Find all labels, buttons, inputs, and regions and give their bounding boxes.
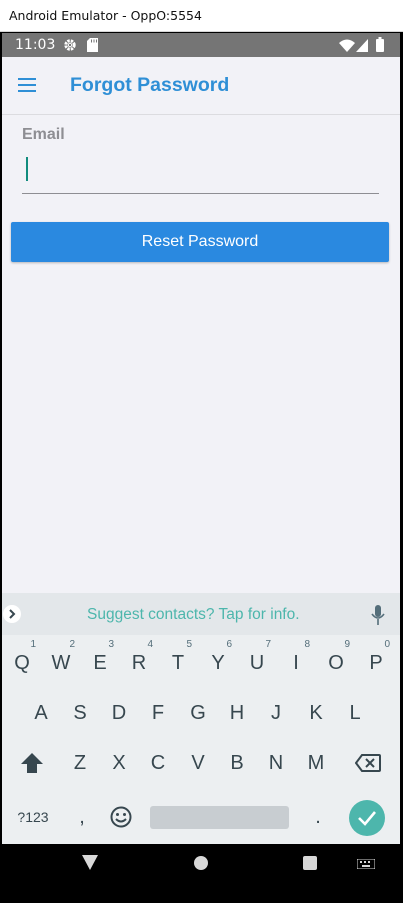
- period-key[interactable]: .: [300, 795, 336, 839]
- shift-icon: [21, 753, 43, 773]
- key-f[interactable]: F: [140, 691, 176, 735]
- suggestion-text[interactable]: Suggest contacts? Tap for info.: [87, 606, 300, 624]
- key-r[interactable]: R4: [121, 639, 157, 685]
- key-z[interactable]: Z: [62, 741, 98, 785]
- key-x[interactable]: X: [101, 741, 137, 785]
- backspace-key[interactable]: [350, 741, 386, 785]
- key-i[interactable]: I8: [278, 639, 314, 685]
- status-bar: 11:03: [2, 33, 400, 57]
- backspace-icon: [354, 754, 381, 772]
- symbols-key[interactable]: ?123: [12, 795, 54, 839]
- recents-square-icon[interactable]: [303, 856, 317, 870]
- text-cursor: [26, 157, 28, 181]
- screen: 11:03 Forgot Password Email Reset Passwo…: [2, 33, 400, 884]
- done-key[interactable]: [349, 800, 385, 836]
- key-l[interactable]: L: [337, 691, 373, 735]
- signal-icon: [356, 39, 368, 52]
- microphone-icon[interactable]: [371, 605, 385, 625]
- key-b[interactable]: B: [219, 741, 255, 785]
- device: 11:03 Forgot Password Email Reset Passwo…: [0, 32, 403, 903]
- key-d[interactable]: D: [101, 691, 137, 735]
- emulator-frame: Android Emulator - OppO:5554 11:03 Forgo…: [0, 0, 403, 903]
- key-y[interactable]: Y6: [200, 639, 236, 685]
- key-q[interactable]: Q1: [4, 639, 40, 685]
- battery-icon: [376, 37, 384, 52]
- page-title: Forgot Password: [70, 74, 230, 96]
- navigation-bar: [2, 844, 400, 884]
- key-m[interactable]: M: [298, 741, 334, 785]
- soft-keyboard: Suggest contacts? Tap for info. Q1 W2 E3…: [2, 593, 400, 844]
- space-key[interactable]: [150, 806, 289, 829]
- comma-key[interactable]: ,: [64, 795, 100, 839]
- status-time: 11:03: [15, 37, 56, 53]
- suggestion-strip: Suggest contacts? Tap for info.: [2, 593, 400, 635]
- email-label: Email: [22, 126, 65, 143]
- emoji-icon: [110, 806, 132, 828]
- gear-icon: [64, 39, 76, 51]
- chevron-right-icon: [9, 609, 16, 619]
- keyboard-switch-icon[interactable]: [357, 859, 375, 869]
- key-s[interactable]: S: [62, 691, 98, 735]
- reset-password-button[interactable]: Reset Password: [11, 222, 389, 262]
- shift-key[interactable]: [14, 741, 50, 785]
- emoji-key[interactable]: [103, 795, 139, 839]
- key-e[interactable]: E3: [82, 639, 118, 685]
- app-bar: Forgot Password: [2, 57, 400, 115]
- key-o[interactable]: O9: [318, 639, 354, 685]
- key-c[interactable]: C: [140, 741, 176, 785]
- key-t[interactable]: T5: [160, 639, 196, 685]
- home-circle-icon[interactable]: [194, 856, 208, 870]
- key-p[interactable]: P0: [358, 639, 394, 685]
- window-title: Android Emulator - OppO:5554: [9, 8, 202, 23]
- hamburger-menu-icon[interactable]: [18, 78, 36, 92]
- key-a[interactable]: A: [23, 691, 59, 735]
- key-u[interactable]: U7: [239, 639, 275, 685]
- key-j[interactable]: J: [258, 691, 294, 735]
- window-title-bar: Android Emulator - OppO:5554: [0, 0, 403, 32]
- sd-card-icon: [87, 38, 98, 52]
- key-w[interactable]: W2: [43, 639, 79, 685]
- key-h[interactable]: H: [219, 691, 255, 735]
- key-v[interactable]: V: [180, 741, 216, 785]
- key-g[interactable]: G: [180, 691, 216, 735]
- back-triangle-icon[interactable]: [82, 855, 98, 871]
- checkmark-icon: [358, 811, 376, 826]
- expand-suggestions-button[interactable]: [3, 605, 21, 623]
- wifi-icon: [339, 39, 355, 52]
- key-k[interactable]: K: [298, 691, 334, 735]
- email-field[interactable]: [22, 150, 379, 194]
- key-n[interactable]: N: [258, 741, 294, 785]
